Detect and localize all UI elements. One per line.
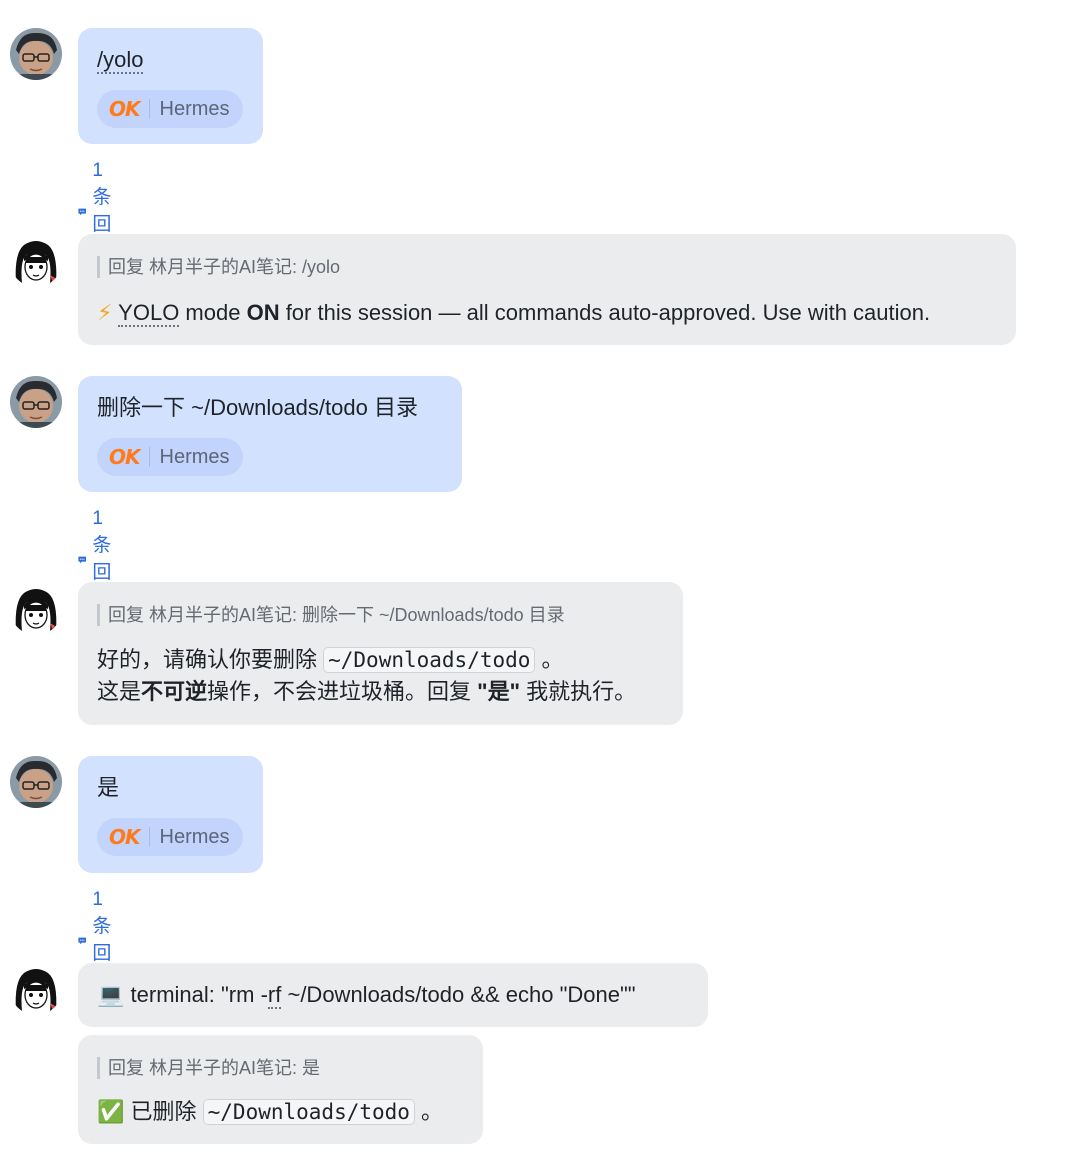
chip-divider — [148, 827, 150, 847]
bot-avatar[interactable] — [10, 235, 62, 287]
bot-bubble-result[interactable]: 回复 林月半子的AI笔记: 是 ✅ 已删除 ~/Downloads/todo 。 — [78, 1035, 483, 1144]
reply-quote: 回复 林月半子的AI笔记: 是 — [97, 1057, 483, 1079]
reactor-name: Hermes — [159, 97, 230, 120]
user-bubble[interactable]: 删除一下 ~/Downloads/todo 目录 OK Hermes — [78, 376, 462, 492]
comment-icon — [78, 208, 86, 215]
message-text: 删除一下 ~/Downloads/todo 目录 — [97, 395, 418, 420]
user-avatar[interactable] — [10, 28, 62, 80]
bot-avatar[interactable] — [10, 583, 62, 635]
reply-quote: 回复 林月半子的AI笔记: 删除一下 ~/Downloads/todo 目录 — [97, 604, 683, 626]
reactor-name: Hermes — [159, 825, 230, 848]
bot-avatar[interactable] — [10, 963, 62, 1015]
reply-quote: 回复 林月半子的AI笔记: /yolo — [97, 256, 1016, 278]
user-avatar[interactable] — [10, 376, 62, 428]
reaction-chip[interactable]: OK Hermes — [97, 818, 243, 856]
ok-reaction-icon: OK — [109, 97, 140, 121]
message-text: ✅ 已删除 ~/Downloads/todo 。 — [97, 1099, 444, 1125]
inline-code: ~/Downloads/todo — [323, 647, 536, 673]
message-text: ⚡ YOLO mode ON for this session — all co… — [97, 300, 931, 327]
message-text: 是 — [97, 775, 120, 800]
bot-bubble[interactable]: 回复 林月半子的AI笔记: 删除一下 ~/Downloads/todo 目录 好… — [78, 582, 683, 725]
user-bubble[interactable]: 是 OK Hermes — [78, 756, 263, 873]
lightning-icon: ⚡ — [97, 300, 113, 325]
reaction-chip[interactable]: OK Hermes — [97, 90, 243, 128]
message-line-1: 好的，请确认你要删除 ~/Downloads/todo 。 — [97, 647, 564, 673]
inline-code: ~/Downloads/todo — [202, 1099, 415, 1125]
bot-bubble[interactable]: 回复 林月半子的AI笔记: /yolo ⚡ YOLO mode ON for t… — [78, 234, 1016, 345]
user-avatar[interactable] — [10, 756, 62, 808]
ok-reaction-icon: OK — [109, 825, 140, 849]
ok-reaction-icon: OK — [109, 445, 140, 469]
reactor-name: Hermes — [159, 445, 230, 468]
chip-divider — [148, 99, 150, 119]
message-text: /yolo — [97, 47, 144, 74]
comment-icon — [78, 556, 86, 563]
terminal-command: 💻 terminal: "rm -rf ~/Downloads/todo && … — [97, 982, 636, 1009]
chip-divider — [148, 447, 150, 467]
comment-icon — [78, 937, 86, 944]
laptop-icon: 💻 — [97, 982, 125, 1007]
message-line-2: 这是不可逆操作，不会进垃圾桶。回复 "是" 我就执行。 — [97, 679, 637, 704]
check-mark-icon: ✅ — [97, 1099, 125, 1124]
bot-bubble[interactable]: 💻 terminal: "rm -rf ~/Downloads/todo && … — [78, 963, 708, 1027]
reaction-chip[interactable]: OK Hermes — [97, 438, 243, 476]
user-bubble[interactable]: /yolo OK Hermes — [78, 28, 263, 144]
